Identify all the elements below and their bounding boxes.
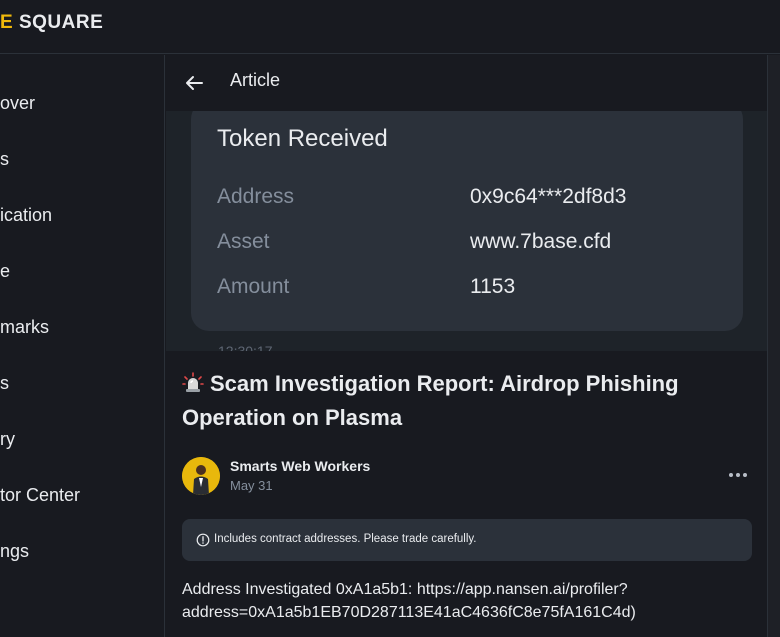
sidebar-item-profile[interactable]: e	[0, 256, 10, 286]
article-panel: Article Token Received Address 0x9c64***…	[166, 55, 767, 637]
sidebar-item-discover[interactable]: over	[0, 88, 35, 118]
article-title: Scam Investigation Report: Airdrop Phish…	[182, 367, 742, 435]
arrow-left-icon[interactable]	[182, 71, 206, 95]
sidebar: over s ication e marks s ry tor Center n…	[0, 55, 165, 637]
notice-text: Includes contract addresses. Please trad…	[214, 533, 477, 545]
brand-name: SQUARE	[18, 12, 104, 33]
more-horizontal-icon[interactable]	[726, 465, 750, 485]
brand-logo[interactable]: E SQUARE	[0, 12, 103, 34]
token-card-title: Token Received	[217, 125, 388, 152]
address-value: 0x9c64***2df8d3	[470, 185, 627, 208]
sidebar-item-creator-center[interactable]: tor Center	[0, 480, 80, 510]
contract-warning-notice: Includes contract addresses. Please trad…	[182, 519, 752, 561]
sidebar-item-settings[interactable]: ngs	[0, 536, 29, 566]
brand-prefix: E	[0, 12, 14, 33]
address-label: Address	[217, 185, 295, 208]
top-bar: E SQUARE	[0, 0, 780, 54]
token-received-card: Token Received Address 0x9c64***2df8d3 A…	[191, 111, 743, 331]
scrollbar[interactable]	[767, 55, 780, 637]
siren-icon	[182, 372, 204, 392]
article-header-title: Article	[230, 70, 281, 90]
sidebar-item-notification[interactable]: ication	[0, 200, 52, 230]
article-header: Article	[166, 55, 767, 111]
asset-value: www.7base.cfd	[470, 230, 612, 253]
article-title-text: Scam Investigation Report: Airdrop Phish…	[182, 371, 679, 430]
amount-label: Amount	[217, 275, 290, 298]
avatar[interactable]	[182, 457, 220, 495]
article-body: Address Investigated 0xA1a5b1: https://a…	[182, 581, 636, 621]
sidebar-item-likes[interactable]: s	[0, 368, 9, 398]
author-row: Smarts Web Workers May 31	[182, 455, 752, 497]
info-circle-icon	[196, 533, 210, 547]
sidebar-item-history[interactable]: ry	[0, 424, 15, 454]
article-image[interactable]: Token Received Address 0x9c64***2df8d3 A…	[166, 111, 767, 351]
timestamp-peek: 12:30:17	[218, 343, 273, 351]
amount-value: 1153	[470, 275, 516, 298]
author-name[interactable]: Smarts Web Workers	[230, 458, 370, 474]
post-date: May 31	[230, 478, 273, 493]
asset-label: Asset	[217, 230, 270, 253]
sidebar-item-posts[interactable]: s	[0, 144, 9, 174]
sidebar-item-bookmarks[interactable]: marks	[0, 312, 49, 342]
